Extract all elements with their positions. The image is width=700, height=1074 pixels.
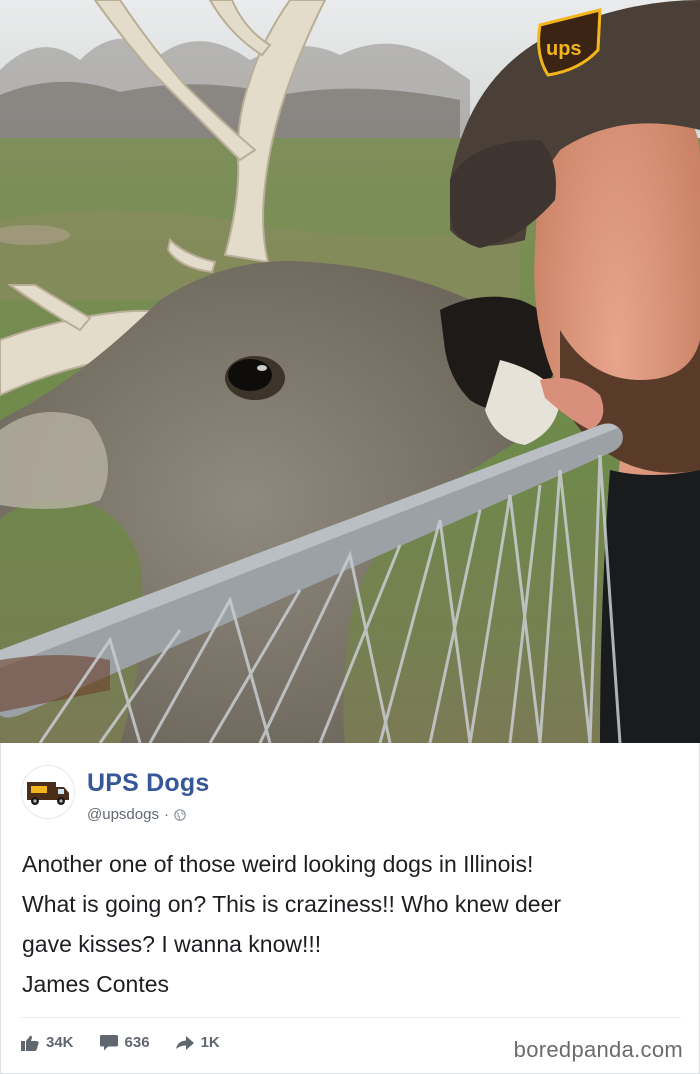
post-text-line: What is going on? This is craziness!! Wh…	[22, 891, 562, 917]
post-text-line: gave kisses? I wanna know!!!	[22, 931, 322, 957]
globe-icon	[174, 808, 186, 821]
ups-truck-icon	[22, 766, 74, 818]
comment-count-button[interactable]: 636	[99, 1034, 150, 1051]
like-count: 34K	[46, 1034, 74, 1051]
comment-icon	[99, 1035, 118, 1051]
meta-separator: ·	[163, 806, 169, 823]
post-photo[interactable]: ups	[0, 0, 700, 743]
like-count-button[interactable]: 34K	[21, 1034, 74, 1051]
post-card: UPS Dogs @upsdogs · Another one of those…	[0, 743, 700, 1074]
thumbs-up-icon	[21, 1035, 39, 1051]
deer-selfie-image: ups	[0, 0, 700, 743]
share-count: 1K	[200, 1034, 220, 1051]
comment-count: 636	[124, 1034, 150, 1051]
post-meta: @upsdogs ·	[87, 806, 186, 823]
watermark: boredpanda.com	[513, 1037, 683, 1062]
engagement-bar: 34K 636 1K	[21, 1034, 246, 1051]
divider	[21, 1017, 681, 1018]
page-avatar[interactable]	[21, 765, 75, 819]
post-text-line: James Contes	[22, 971, 170, 997]
share-arrow-icon	[175, 1035, 194, 1050]
page-name-link[interactable]: UPS Dogs	[87, 769, 209, 798]
post-text: Another one of those weird looking dogs …	[22, 844, 682, 1004]
ups-cap-logo: ups	[546, 38, 582, 60]
page-handle[interactable]: @upsdogs	[87, 806, 159, 823]
post-text-line: Another one of those weird looking dogs …	[22, 851, 534, 877]
share-count-button[interactable]: 1K	[175, 1034, 220, 1051]
